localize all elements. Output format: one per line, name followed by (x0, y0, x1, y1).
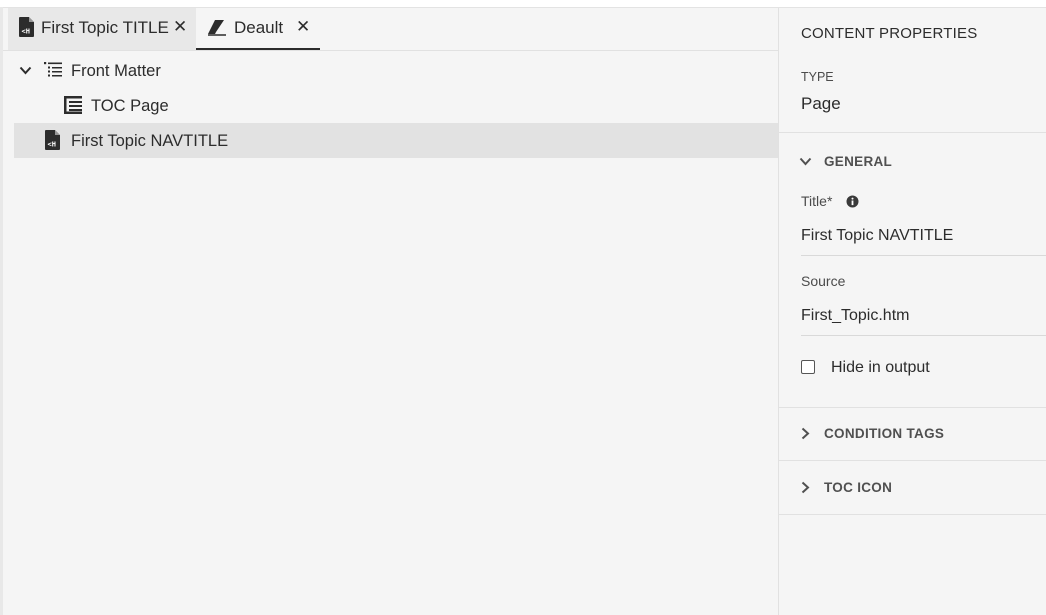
chevron-right-icon (801, 427, 810, 440)
title-field-underline (801, 255, 1046, 256)
eraser-icon (208, 20, 226, 36)
toc-icon (64, 96, 82, 114)
type-value: Page (801, 94, 841, 113)
close-icon[interactable]: ✕ (296, 17, 310, 37)
general-section: GENERAL Title* First Topic NAVTITLE Sour… (779, 132, 1046, 408)
title-label: Title* (801, 193, 832, 209)
chevron-right-icon (801, 481, 810, 494)
hide-in-output-checkbox[interactable] (801, 360, 815, 374)
chevron-down-icon[interactable] (19, 66, 32, 75)
title-label-text: Title (801, 193, 827, 209)
tab-first-topic[interactable]: <H First Topic TITLE ✕ (8, 8, 196, 50)
type-label: TYPE (801, 70, 834, 84)
info-icon[interactable] (846, 195, 859, 208)
toc-icon-toggle[interactable]: TOC ICON (801, 480, 892, 495)
toc-editor-panel: <H First Topic TITLE ✕ Deault ✕ Front Ma… (3, 8, 778, 615)
svg-text:<H: <H (22, 28, 30, 36)
condition-tags-toggle[interactable]: CONDITION TAGS (801, 426, 944, 441)
properties-header: CONTENT PROPERTIES TYPE Page (779, 8, 1046, 133)
top-border (0, 0, 1046, 8)
source-field[interactable]: First_Topic.htm (801, 307, 909, 325)
panel-title: CONTENT PROPERTIES (801, 25, 978, 42)
tab-label: First Topic TITLE (41, 18, 169, 37)
close-icon[interactable]: ✕ (173, 17, 187, 37)
general-section-toggle[interactable]: GENERAL (799, 154, 892, 169)
condition-tags-label: CONDITION TAGS (824, 426, 945, 441)
general-section-label: GENERAL (824, 154, 893, 169)
list-indent-icon (44, 62, 62, 77)
source-label: Source (801, 273, 846, 289)
tree-item-front-matter[interactable]: Front Matter (14, 53, 778, 88)
toc-icon-label: TOC ICON (824, 480, 893, 495)
tab-bar: <H First Topic TITLE ✕ Deault ✕ (3, 8, 778, 51)
tab-deault[interactable]: Deault ✕ (196, 8, 320, 50)
source-field-underline (801, 335, 1046, 336)
tab-label: Deault (234, 18, 284, 37)
tree-item-label: First Topic NAVTITLE (71, 132, 229, 150)
svg-text:<H: <H (48, 141, 56, 149)
tree-item-label: Front Matter (71, 62, 161, 80)
condition-tags-section[interactable]: CONDITION TAGS (779, 407, 1046, 461)
title-field[interactable]: First Topic NAVTITLE (801, 227, 953, 245)
hide-in-output-label[interactable]: Hide in output (831, 359, 930, 377)
topic-file-icon: <H (19, 17, 34, 37)
app-window: <H First Topic TITLE ✕ Deault ✕ Front Ma… (0, 0, 1046, 615)
toc-icon-section[interactable]: TOC ICON (779, 461, 1046, 515)
tree-item-first-topic[interactable]: <H First Topic NAVTITLE (14, 123, 778, 158)
tree-item-label: TOC Page (91, 97, 169, 115)
required-mark: * (826, 193, 833, 209)
topic-file-icon: <H (45, 130, 60, 150)
tree-item-toc-page[interactable]: TOC Page (14, 88, 778, 123)
chevron-down-icon (799, 157, 812, 166)
content-properties-panel: CONTENT PROPERTIES TYPE Page GENERAL Tit… (778, 8, 1046, 615)
